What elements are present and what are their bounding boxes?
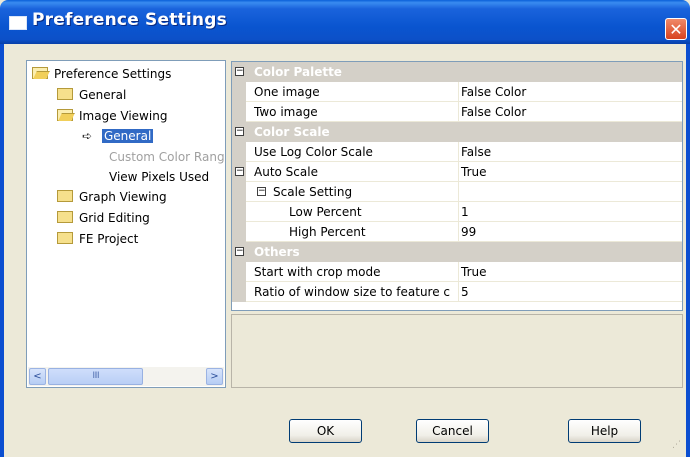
folder-icon — [57, 232, 73, 244]
collapse-icon[interactable]: − — [257, 187, 266, 196]
row-margin — [232, 222, 246, 242]
row-margin — [232, 282, 246, 302]
category-color-palette[interactable]: − Color Palette — [232, 62, 682, 82]
collapse-icon[interactable]: − — [235, 127, 244, 136]
open-folder-icon — [57, 109, 73, 121]
scroll-left-button[interactable]: < — [29, 368, 46, 385]
property-row-two-image[interactable]: Two image False Color — [232, 102, 682, 122]
column-divider — [458, 102, 459, 122]
property-name: Two image — [254, 105, 318, 119]
tree-item-fe-project[interactable]: FE Project — [57, 230, 138, 248]
arrow-right-icon: ➪ — [82, 129, 93, 143]
tree-item-graph-viewing[interactable]: Graph Viewing — [57, 188, 167, 206]
scroll-thumb[interactable]: IIII — [48, 368, 143, 385]
property-row-start-with-crop-mode[interactable]: Start with crop mode True — [232, 262, 682, 282]
category-others[interactable]: − Others — [232, 242, 682, 262]
category-label: Color Palette — [254, 65, 342, 79]
tree-item-image-viewing[interactable]: Image Viewing — [57, 107, 167, 125]
column-divider — [458, 142, 459, 162]
column-divider — [458, 262, 459, 282]
tree-item-label: Image Viewing — [79, 109, 168, 123]
tree-item-label: View Pixels Used — [109, 170, 210, 184]
property-row-high-percent[interactable]: High Percent 99 — [232, 222, 682, 242]
row-margin — [232, 182, 246, 202]
tree-item-label: General — [79, 88, 127, 102]
property-name: Start with crop mode — [254, 265, 381, 279]
collapse-icon[interactable]: − — [235, 67, 244, 76]
property-row-ratio-of-window-size[interactable]: Ratio of window size to feature c 5 — [232, 282, 682, 302]
row-margin — [232, 102, 246, 122]
column-divider — [458, 162, 459, 182]
window-border-right — [686, 44, 690, 457]
cancel-button[interactable]: Cancel — [416, 419, 489, 443]
column-divider — [458, 222, 459, 242]
open-folder-icon — [32, 67, 48, 79]
row-margin — [232, 82, 246, 102]
property-name: One image — [254, 85, 320, 99]
row-margin — [232, 262, 246, 282]
property-name: Auto Scale — [254, 165, 318, 179]
scroll-right-button[interactable]: > — [206, 368, 223, 385]
settings-tree[interactable]: Preference Settings General Image Viewin… — [26, 60, 226, 388]
property-value[interactable]: True — [461, 162, 487, 182]
window-icon — [9, 16, 27, 30]
property-value[interactable]: 99 — [461, 222, 476, 242]
tree-item-label: Grid Editing — [79, 211, 150, 225]
property-value[interactable]: False Color — [461, 82, 526, 102]
property-name: Scale Setting — [273, 185, 353, 199]
horizontal-scrollbar[interactable]: < IIII > — [28, 367, 224, 386]
tree-item-custom-color-range[interactable]: Custom Color Rang — [109, 148, 225, 166]
tree-item-general[interactable]: General — [57, 86, 126, 104]
description-panel — [231, 314, 683, 388]
column-divider — [458, 182, 459, 202]
column-divider — [458, 282, 459, 302]
folder-icon — [57, 88, 73, 100]
folder-icon — [57, 211, 73, 223]
category-label: Others — [254, 245, 300, 259]
tree-item-label: FE Project — [79, 232, 139, 246]
category-color-scale[interactable]: − Color Scale — [232, 122, 682, 142]
window-title: Preference Settings — [32, 10, 227, 30]
property-value[interactable]: False — [461, 142, 491, 162]
close-button[interactable]: ✕ — [665, 18, 687, 40]
help-button[interactable]: Help — [568, 419, 641, 443]
category-label: Color Scale — [254, 125, 330, 139]
property-row-one-image[interactable]: One image False Color — [232, 82, 682, 102]
row-margin — [232, 142, 246, 162]
property-name: High Percent — [289, 225, 366, 239]
property-name: Use Log Color Scale — [254, 145, 373, 159]
tree-item-label: General — [102, 129, 154, 143]
property-row-auto-scale[interactable]: − Auto Scale True — [232, 162, 682, 182]
tree-item-label: Custom Color Rang — [109, 150, 225, 164]
property-value[interactable]: False Color — [461, 102, 526, 122]
column-divider — [458, 202, 459, 222]
tree-item-view-pixels-used[interactable]: View Pixels Used — [109, 168, 209, 186]
ok-button[interactable]: OK — [289, 419, 362, 443]
property-row-scale-setting[interactable]: − Scale Setting — [232, 182, 682, 202]
column-divider — [458, 82, 459, 102]
folder-icon — [57, 190, 73, 202]
property-value[interactable]: 5 — [461, 282, 469, 302]
property-row-low-percent[interactable]: Low Percent 1 — [232, 202, 682, 222]
tree-item-label: Graph Viewing — [79, 190, 167, 204]
property-value[interactable]: 1 — [461, 202, 469, 222]
collapse-icon[interactable]: − — [235, 167, 244, 176]
tree-item-label: Preference Settings — [54, 67, 172, 81]
tree-item-grid-editing[interactable]: Grid Editing — [57, 209, 150, 227]
property-name: Low Percent — [289, 205, 362, 219]
property-row-use-log-color-scale[interactable]: Use Log Color Scale False — [232, 142, 682, 162]
tree-item-image-viewing-general[interactable]: ➪ General — [82, 127, 154, 145]
tree-item-preference-settings[interactable]: Preference Settings — [32, 65, 171, 83]
property-name: Ratio of window size to feature c — [254, 285, 451, 299]
collapse-icon[interactable]: − — [235, 247, 244, 256]
title-bar: Preference Settings ✕ — [0, 0, 690, 44]
property-value[interactable]: True — [461, 262, 487, 282]
row-margin — [232, 202, 246, 222]
property-grid[interactable]: − Color Palette One image False Color Tw… — [231, 61, 683, 311]
resize-grip-icon[interactable]: ⋰ — [672, 440, 684, 452]
